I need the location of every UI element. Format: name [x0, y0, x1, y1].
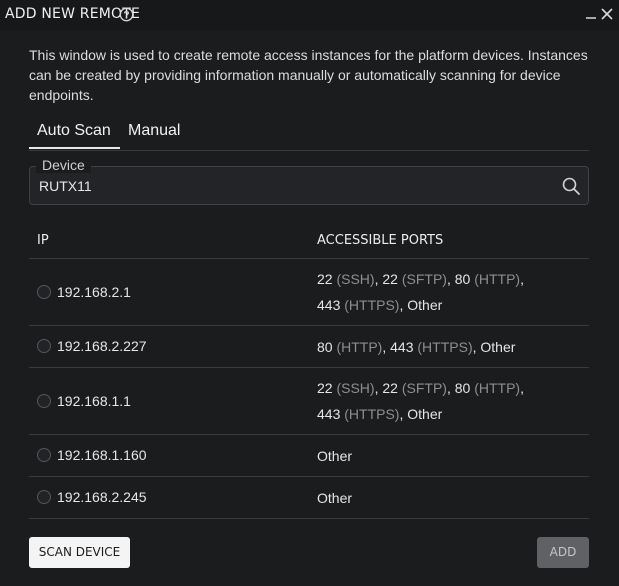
- port-protocol: (HTTP): [474, 380, 521, 396]
- port-number: Other: [407, 406, 443, 422]
- tab-bar: Auto Scan Manual: [29, 120, 589, 151]
- port-protocol: (SFTP): [401, 271, 447, 287]
- row-ports: 80 (HTTP), 443 (HTTPS), Other: [317, 339, 516, 355]
- table-header: IP ACCESSIBLE PORTS: [29, 220, 589, 259]
- row-radio[interactable]: [37, 394, 51, 408]
- row-ports: Other: [317, 443, 567, 469]
- device-field-label: Device: [36, 157, 91, 173]
- table-row[interactable]: 192.168.1.1 22 (SSH), 22 (SFTP), 80 (HTTP…: [29, 368, 589, 435]
- row-ports: 22 (SSH), 22 (SFTP), 80 (HTTP), 443 (HTT…: [317, 271, 524, 313]
- device-value[interactable]: RUTX11: [39, 178, 92, 194]
- port-number: Other: [317, 448, 353, 464]
- port-number: 443: [317, 297, 341, 313]
- row-ip: 192.168.2.245: [57, 489, 147, 505]
- port-protocol: (HTTP): [474, 271, 521, 287]
- title-bar: ADD NEW REMOTE: [0, 0, 619, 30]
- port-number: 80: [317, 339, 333, 355]
- port-number: 443: [317, 406, 341, 422]
- table-row[interactable]: 192.168.1.160 Other: [29, 435, 589, 477]
- row-ports: 22 (SSH), 22 (SFTP), 80 (HTTP), 443 (HTT…: [317, 380, 524, 422]
- column-header-ports: ACCESSIBLE PORTS: [317, 233, 444, 248]
- port-number: 22: [317, 271, 333, 287]
- port-number: 443: [390, 339, 414, 355]
- row-ports: Other: [317, 485, 567, 511]
- port-number: Other: [480, 339, 516, 355]
- minimize-icon[interactable]: [584, 7, 598, 21]
- port-protocol: (HTTPS): [344, 406, 400, 422]
- row-radio[interactable]: [37, 448, 51, 462]
- row-radio[interactable]: [37, 339, 51, 353]
- add-button[interactable]: ADD: [537, 537, 589, 568]
- devices-table: IP ACCESSIBLE PORTS 192.168.2.1 22 (SSH),…: [29, 220, 589, 519]
- row-ip: 192.168.2.1: [57, 284, 131, 300]
- close-icon[interactable]: [600, 7, 614, 21]
- table-row[interactable]: 192.168.2.245 Other: [29, 477, 589, 519]
- row-ip: 192.168.1.1: [57, 393, 131, 409]
- port-protocol: (SFTP): [401, 380, 447, 396]
- row-radio[interactable]: [37, 490, 51, 504]
- port-number: Other: [317, 490, 353, 506]
- device-search-input[interactable]: RUTX11: [29, 166, 589, 205]
- column-header-ip: IP: [37, 233, 49, 248]
- port-number: 80: [454, 271, 471, 287]
- port-number: 22: [317, 380, 333, 396]
- port-protocol: (HTTP): [336, 339, 383, 355]
- table-row[interactable]: 192.168.2.1 22 (SSH), 22 (SFTP), 80 (HTTP…: [29, 259, 589, 326]
- port-number: Other: [407, 297, 443, 313]
- description-text: This window is used to create remote acc…: [29, 47, 588, 103]
- tab-auto-scan[interactable]: Auto Scan: [29, 120, 120, 149]
- table-row[interactable]: 192.168.2.227 80 (HTTP), 443 (HTTPS), Oth…: [29, 326, 589, 368]
- port-protocol: (HTTPS): [344, 297, 400, 313]
- port-protocol: (SSH): [336, 380, 375, 396]
- port-protocol: (SSH): [336, 271, 375, 287]
- port-number: 80: [454, 380, 471, 396]
- question-circle-icon[interactable]: [119, 7, 134, 22]
- row-ip: 192.168.1.160: [57, 447, 147, 463]
- port-number: 22: [382, 271, 398, 287]
- scan-device-button[interactable]: SCAN DEVICE: [29, 537, 130, 568]
- row-radio[interactable]: [37, 285, 51, 299]
- row-ip: 192.168.2.227: [57, 338, 147, 354]
- tab-manual[interactable]: Manual: [128, 120, 180, 149]
- search-icon[interactable]: [561, 176, 581, 196]
- port-protocol: (HTTPS): [417, 339, 473, 355]
- port-number: 22: [382, 380, 398, 396]
